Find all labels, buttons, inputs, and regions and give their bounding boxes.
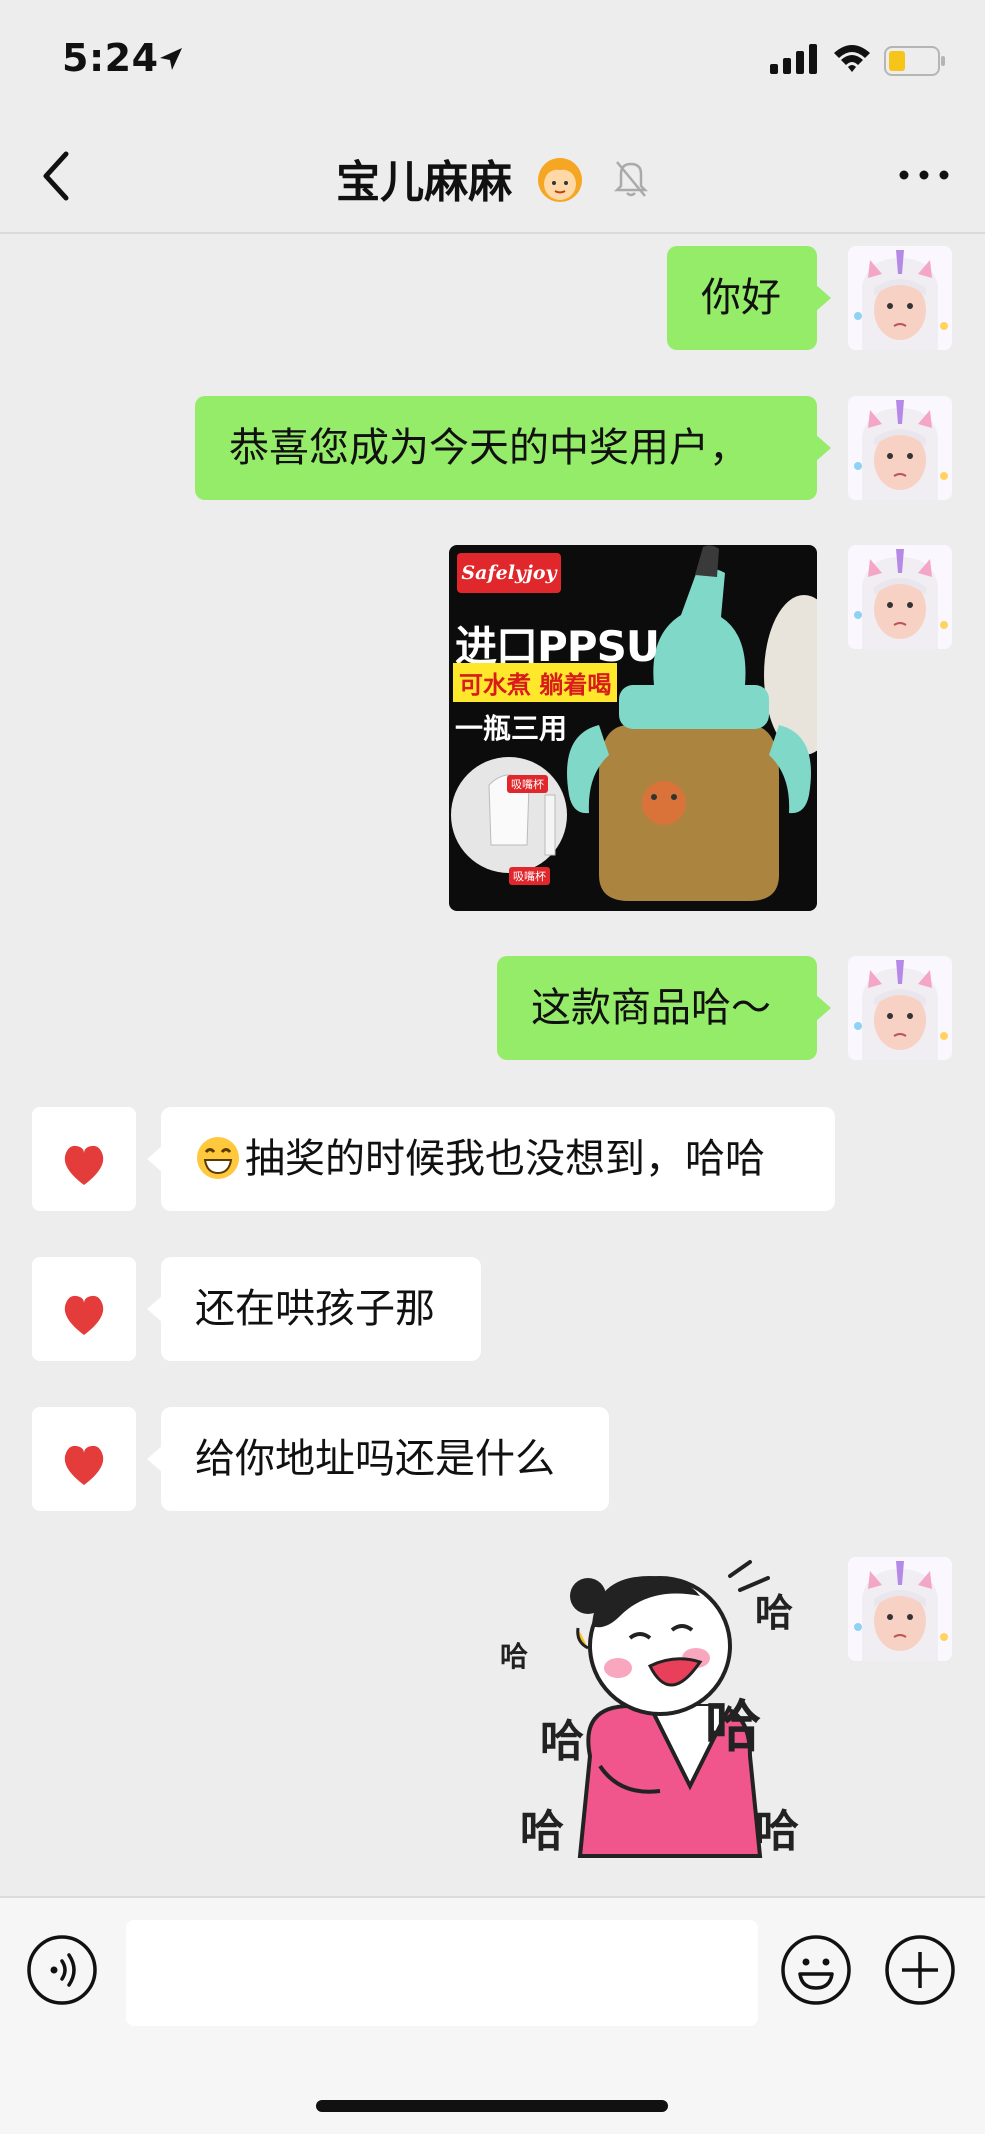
- product-image-message[interactable]: Safelyjoy 进口PPSU 可水煮 躺着喝 一瓶三用 吸嘴杯 吸嘴杯: [449, 545, 817, 911]
- product-brand-tag: Safelyjoy: [457, 553, 561, 593]
- unicorn-baby-avatar-icon: [848, 1557, 952, 1661]
- message-bubble-outgoing[interactable]: 恭喜您成为今天的中奖用户，: [195, 396, 831, 500]
- woman-emoji-icon: [537, 158, 582, 202]
- my-avatar[interactable]: [848, 1557, 952, 1661]
- unicorn-baby-avatar-icon: [848, 956, 952, 1060]
- more-options-icon[interactable]: [897, 164, 951, 186]
- message-text: 你好: [701, 275, 781, 321]
- cellular-signal-icon: [770, 44, 817, 74]
- unicorn-baby-avatar-icon: [848, 246, 952, 350]
- message-bubble-outgoing[interactable]: 这款商品哈～: [497, 956, 831, 1060]
- status-bar: 5:24: [0, 0, 985, 120]
- laugh-text: 哈: [755, 1806, 799, 1857]
- message-bubble-incoming[interactable]: 还在哄孩子那: [147, 1257, 481, 1361]
- emoji-button-icon[interactable]: [780, 1934, 852, 2006]
- location-arrow-icon: [160, 48, 182, 70]
- product-label: 吸嘴杯: [509, 867, 550, 885]
- laugh-text: 哈: [755, 1591, 793, 1635]
- message-bubble-incoming[interactable]: 抽奖的时候我也没想到，哈哈: [147, 1107, 835, 1211]
- product-label: 吸嘴杯: [507, 775, 548, 793]
- message-text: 抽奖的时候我也没想到，哈哈: [245, 1136, 765, 1182]
- heart-avatar-icon: [32, 1257, 136, 1361]
- message-text: 这款商品哈～: [531, 985, 771, 1031]
- message-text: 恭喜您成为今天的中奖用户，: [229, 425, 749, 471]
- contact-avatar[interactable]: [32, 1407, 136, 1511]
- my-avatar[interactable]: [848, 246, 952, 350]
- message-bubble-outgoing[interactable]: 你好: [667, 246, 831, 350]
- message-text: 给你地址吗还是什么: [195, 1436, 555, 1482]
- chat-title: 宝儿麻麻: [0, 146, 985, 210]
- laugh-text: 哈: [520, 1806, 564, 1857]
- laugh-text: 哈: [705, 1695, 761, 1760]
- contact-avatar[interactable]: [32, 1107, 136, 1211]
- my-avatar[interactable]: [848, 956, 952, 1060]
- laughing-girl-sticker-icon: 哈 哈 哈 哈 哈 哈: [500, 1560, 799, 1858]
- chat-header: 宝儿麻麻: [0, 120, 985, 234]
- wifi-icon: [834, 45, 870, 72]
- message-input[interactable]: [126, 1920, 758, 2026]
- laugh-text: 哈: [540, 1716, 584, 1767]
- voice-input-icon[interactable]: [26, 1934, 98, 2006]
- grin-icon: [197, 1137, 239, 1179]
- home-indicator: [316, 2100, 668, 2112]
- input-bar: [0, 1896, 985, 2134]
- laugh-text: 哈: [500, 1640, 528, 1673]
- my-avatar[interactable]: [848, 396, 952, 500]
- heart-avatar-icon: [32, 1407, 136, 1511]
- mute-bell-icon: [613, 161, 648, 197]
- laughing-girl-sticker[interactable]: 哈 哈 哈 哈 哈 哈: [500, 1556, 830, 1876]
- my-avatar[interactable]: [848, 545, 952, 649]
- unicorn-baby-avatar-icon: [848, 545, 952, 649]
- product-subtext: 一瓶三用: [455, 712, 568, 745]
- contact-name: 宝儿麻麻: [336, 157, 513, 208]
- heart-avatar-icon: [32, 1107, 136, 1211]
- unicorn-baby-avatar-icon: [848, 396, 952, 500]
- message-bubble-incoming[interactable]: 给你地址吗还是什么: [147, 1407, 609, 1511]
- product-feature: 可水煮 躺着喝: [453, 663, 618, 702]
- status-time: 5:24: [62, 36, 159, 80]
- message-text: 还在哄孩子那: [195, 1286, 435, 1332]
- contact-avatar[interactable]: [32, 1257, 136, 1361]
- battery-icon: [884, 46, 945, 76]
- more-functions-plus-icon[interactable]: [884, 1934, 956, 2006]
